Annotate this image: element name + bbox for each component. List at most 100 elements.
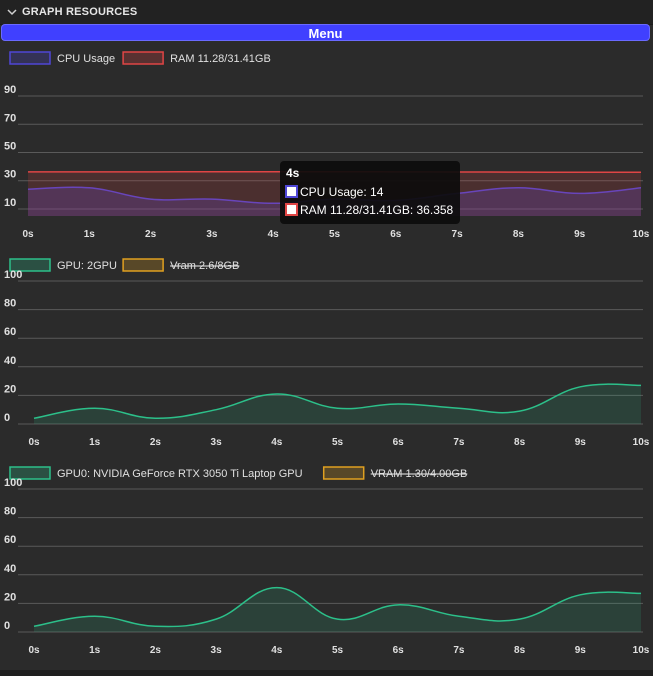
x-tick-label: 7s [452, 229, 464, 240]
y-tick-label: 60 [4, 534, 16, 546]
y-tick-label: 40 [4, 563, 16, 575]
y-tick-label: 90 [4, 84, 16, 96]
series-area [34, 587, 641, 632]
data-point[interactable] [94, 407, 96, 409]
y-tick-label: 50 [4, 141, 16, 153]
data-point[interactable] [215, 409, 217, 411]
data-point[interactable] [276, 393, 278, 395]
x-tick-label: 7s [453, 645, 465, 656]
x-tick-label: 2s [150, 437, 162, 448]
legend-item[interactable]: CPU Usage [9, 51, 115, 65]
chevron-down-icon[interactable] [4, 4, 20, 20]
x-tick-label: 9s [575, 645, 587, 656]
y-tick-label: 40 [4, 355, 16, 367]
x-tick-label: 3s [211, 437, 223, 448]
data-point[interactable] [579, 171, 581, 173]
data-point[interactable] [215, 618, 217, 620]
x-tick-label: 6s [393, 437, 405, 448]
legend-label: GPU: 2GPU [57, 260, 117, 272]
x-tick-label: 4s [268, 229, 280, 240]
y-tick-label: 10 [4, 197, 16, 209]
data-point[interactable] [579, 386, 581, 388]
tooltip-line: RAM 11.28/31.41GB: 36.358 [300, 203, 454, 217]
x-tick-label: 2s [145, 229, 157, 240]
legend-swatch [122, 51, 164, 65]
panel-title: GRAPH RESOURCES [22, 6, 138, 18]
menu-button[interactable]: Menu [1, 24, 650, 41]
x-tick-label: 5s [332, 437, 344, 448]
x-tick-label: 0s [28, 437, 40, 448]
legend-label: CPU Usage [57, 53, 115, 65]
data-point[interactable] [33, 417, 35, 419]
data-point[interactable] [458, 407, 460, 409]
y-tick-label: 20 [4, 383, 16, 395]
panel-footer [0, 670, 653, 676]
data-point[interactable] [149, 171, 151, 173]
data-point[interactable] [88, 171, 90, 173]
y-tick-label: 30 [4, 169, 16, 181]
legend-label: Vram 2.6/8GB [170, 260, 239, 272]
legend-label: VRAM 1.30/4.00GB [371, 468, 468, 480]
legend-item[interactable]: RAM 11.28/31.41GB [122, 51, 271, 65]
x-tick-label: 8s [514, 645, 526, 656]
data-point[interactable] [397, 604, 399, 606]
x-tick-label: 10s [633, 645, 650, 656]
legend-item[interactable]: GPU: 2GPU [9, 258, 117, 272]
x-tick-label: 5s [329, 229, 341, 240]
data-point[interactable] [640, 592, 642, 594]
gpu0-chart: GPU0: NVIDIA GeForce RTX 3050 Ti Laptop … [4, 466, 650, 656]
y-tick-label: 70 [4, 112, 16, 124]
y-tick-label: 20 [4, 591, 16, 603]
gpu-chart: GPU: 2GPU Vram 2.6/8GB 0 20 40 60 80 100 0s 1s 2s 3… [4, 258, 650, 448]
data-point[interactable] [154, 417, 156, 419]
data-point[interactable] [33, 625, 35, 627]
data-point[interactable] [336, 407, 338, 409]
legend-swatch [9, 51, 51, 65]
x-tick-label: 9s [575, 437, 587, 448]
x-tick-label: 8s [513, 229, 525, 240]
legend-label: GPU0: NVIDIA GeForce RTX 3050 Ti Laptop … [57, 468, 303, 480]
tooltip-line: CPU Usage: 14 [300, 185, 384, 199]
y-tick-label: 80 [4, 506, 16, 518]
data-point[interactable] [336, 618, 338, 620]
tooltip-swatch [285, 203, 298, 216]
y-tick-label: 60 [4, 326, 16, 338]
data-point[interactable] [211, 170, 213, 172]
data-point[interactable] [640, 171, 642, 173]
data-point[interactable] [154, 625, 156, 627]
y-tick-label: 0 [4, 620, 10, 632]
data-point[interactable] [397, 403, 399, 405]
legend-item[interactable]: VRAM 1.30/4.00GB [322, 466, 468, 480]
x-tick-label: 2s [150, 645, 162, 656]
x-tick-label: 1s [84, 229, 96, 240]
cpu-ram-chart: CPU Usage RAM 11.28/31.41GB 10 30 50 70 90 0s 1s… [4, 51, 650, 240]
x-tick-label: 0s [22, 229, 34, 240]
legend-item[interactable]: GPU0: NVIDIA GeForce RTX 3050 Ti Laptop … [9, 466, 303, 480]
legend-item[interactable]: Vram 2.6/8GB [122, 258, 239, 272]
panel-header[interactable]: GRAPH RESOURCES [0, 0, 653, 25]
data-point[interactable] [517, 171, 519, 173]
data-point[interactable] [27, 171, 29, 173]
x-tick-label: 3s [211, 645, 223, 656]
x-tick-label: 10s [633, 437, 650, 448]
data-point[interactable] [640, 384, 642, 386]
y-tick-label: 80 [4, 298, 16, 310]
x-tick-label: 0s [28, 645, 40, 656]
data-point[interactable] [94, 615, 96, 617]
data-point[interactable] [272, 171, 274, 173]
tooltip-title: 4s [286, 166, 300, 180]
tooltip-swatch [285, 185, 298, 198]
legend-label: RAM 11.28/31.41GB [170, 53, 271, 65]
data-point[interactable] [579, 594, 581, 596]
data-point[interactable] [518, 410, 520, 412]
x-tick-label: 6s [390, 229, 402, 240]
data-point[interactable] [518, 618, 520, 620]
data-point[interactable] [276, 586, 278, 588]
x-tick-label: 9s [574, 229, 586, 240]
y-tick-label: 100 [4, 477, 22, 489]
x-tick-label: 4s [271, 645, 283, 656]
data-point[interactable] [458, 615, 460, 617]
x-tick-label: 3s [206, 229, 218, 240]
legend-swatch [122, 258, 164, 272]
y-tick-label: 100 [4, 269, 22, 281]
